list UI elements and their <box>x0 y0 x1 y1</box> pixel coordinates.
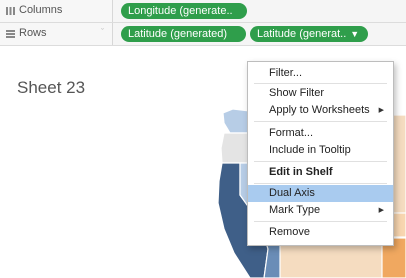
menu-item-include-in-tooltip[interactable]: Include in Tooltip <box>248 142 393 159</box>
columns-icon <box>6 7 15 15</box>
longitude-pill[interactable]: Longitude (generate.. <box>121 3 247 19</box>
menu-item-remove[interactable]: Remove <box>248 224 393 241</box>
pill-context-menu: Filter... Show Filter Apply to Worksheet… <box>247 61 394 246</box>
submenu-arrow-icon: ▶ <box>378 107 384 114</box>
rows-icon <box>6 30 15 38</box>
sheet-title: Sheet 23 <box>17 78 86 97</box>
menu-separator <box>254 221 387 222</box>
latitude-pill[interactable]: Latitude (generated) <box>121 26 246 42</box>
rows-shelf-label-area: Rows ˇ <box>0 23 113 45</box>
pill-dropdown-caret-icon[interactable]: ▼ <box>350 29 359 39</box>
menu-separator <box>254 83 387 84</box>
menu-item-mark-type-label: Mark Type <box>269 204 321 216</box>
columns-shelf-label-area: Columns <box>0 0 113 22</box>
menu-item-filter[interactable]: Filter... <box>248 65 393 82</box>
menu-item-mark-type[interactable]: Mark Type ▶ <box>248 202 393 219</box>
latitude-pill-active[interactable]: Latitude (generat.. ▼ <box>250 26 368 42</box>
menu-item-edit-in-shelf[interactable]: Edit in Shelf <box>248 164 393 181</box>
menu-item-format[interactable]: Format... <box>248 125 393 142</box>
submenu-arrow-icon: ▶ <box>378 207 384 214</box>
menu-separator <box>254 121 387 122</box>
latitude-pill-active-label: Latitude (generat.. <box>257 28 347 40</box>
rows-shelf-caret-icon[interactable]: ˇ <box>101 27 104 37</box>
menu-item-apply-to-worksheets-label: Apply to Worksheets <box>269 104 370 116</box>
menu-item-apply-to-worksheets[interactable]: Apply to Worksheets ▶ <box>248 102 393 119</box>
menu-item-show-filter[interactable]: Show Filter <box>248 85 393 102</box>
columns-shelf: Columns Longitude (generate.. <box>0 0 406 23</box>
menu-separator <box>254 183 387 184</box>
columns-label: Columns <box>19 4 63 16</box>
menu-separator <box>254 161 387 162</box>
menu-item-dual-axis[interactable]: Dual Axis <box>248 185 393 202</box>
rows-label: Rows <box>19 27 47 39</box>
map-state-washington <box>222 108 251 134</box>
rows-shelf: Rows ˇ Latitude (generated) Latitude (ge… <box>0 23 406 46</box>
